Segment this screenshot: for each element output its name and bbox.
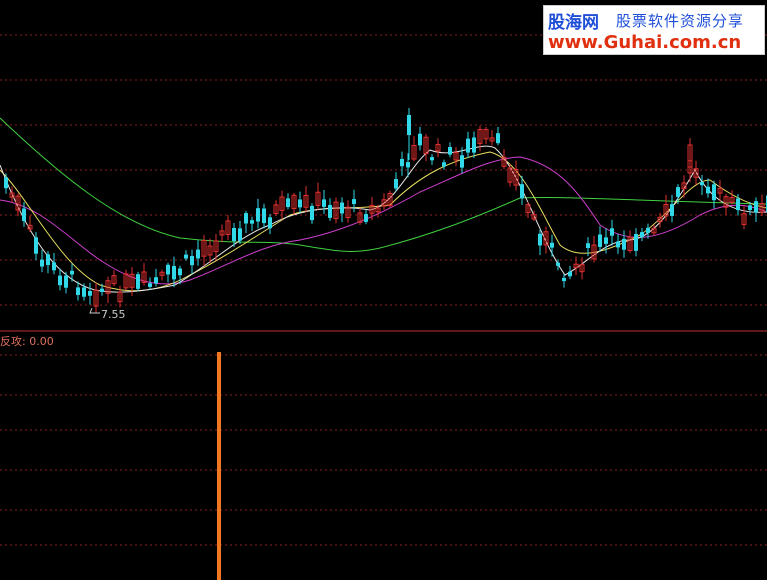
candle-down	[190, 256, 194, 266]
candle-down	[64, 275, 68, 288]
candle-down	[100, 288, 104, 292]
candle-down	[196, 249, 200, 259]
candle-down	[754, 201, 758, 213]
logo-brand: 股海网	[548, 13, 599, 33]
candle-down	[646, 227, 650, 233]
candle-down	[520, 184, 524, 199]
logo-url: www.Guhai.com.cn	[548, 32, 742, 53]
candle-down	[70, 270, 74, 275]
candle-down	[136, 274, 140, 289]
candle-down	[232, 227, 236, 242]
candle-down	[88, 290, 92, 296]
candle-down	[262, 208, 266, 224]
candle-down	[418, 133, 422, 146]
candle-down	[466, 138, 470, 153]
candle-down	[400, 158, 404, 167]
candle-down	[238, 228, 242, 241]
candle-down	[748, 205, 752, 211]
indicator-label: 反攻: 0.00	[0, 335, 54, 348]
candle-down	[22, 208, 26, 221]
candle-down	[562, 277, 566, 282]
candle-down	[472, 137, 476, 153]
candle-down	[184, 254, 188, 259]
candle-down	[52, 262, 56, 271]
indicator-signal-bar	[217, 352, 221, 580]
candle-down	[4, 177, 8, 189]
candle-down	[550, 242, 554, 248]
candle-down	[322, 199, 326, 207]
candle-down	[46, 254, 50, 266]
ma5-line	[0, 145, 767, 293]
candle-down	[706, 186, 710, 194]
candle-down	[448, 147, 452, 155]
candle-down	[328, 204, 332, 218]
candlestick-chart	[0, 34, 767, 580]
candle-down	[634, 234, 638, 251]
candle-down	[298, 199, 302, 208]
candle-down	[256, 208, 260, 222]
candle-down	[616, 241, 620, 248]
indicator-value: 0.00	[29, 335, 54, 348]
candle-down	[622, 238, 626, 250]
candle-down	[604, 237, 608, 244]
candle-down	[364, 214, 368, 222]
candle-down	[58, 275, 62, 286]
candle-down	[700, 182, 704, 186]
candle-down	[76, 287, 80, 295]
candle-down	[286, 198, 290, 208]
price-low-arrow	[89, 307, 100, 314]
ma20-line	[0, 156, 767, 285]
candle-down	[496, 133, 500, 144]
candle-down	[556, 262, 560, 266]
candle-down	[442, 162, 446, 167]
price-low-label: 7.55	[101, 308, 126, 321]
candle-down	[268, 217, 272, 229]
candle-down	[244, 213, 248, 224]
candle-down	[586, 243, 590, 249]
candle-down	[394, 179, 398, 189]
candle-down	[712, 184, 716, 201]
candle-down	[538, 233, 542, 246]
candle-down	[34, 237, 38, 254]
candle-down	[340, 202, 344, 214]
candle-down	[82, 287, 86, 297]
candle-down	[166, 264, 170, 275]
candle-down	[568, 271, 572, 277]
peak-candle	[407, 115, 411, 135]
stock-chart-window: 股海网 股票软件资源分享 www.Guhai.com.cn 反攻: 0.00 7…	[0, 0, 767, 580]
candle-down	[172, 266, 176, 280]
candle-down	[406, 162, 410, 168]
candle-down	[610, 228, 614, 236]
indicator-name: 反攻	[0, 335, 22, 348]
candle-down	[736, 198, 740, 211]
candle-down	[640, 232, 644, 238]
ma10-line	[0, 151, 767, 292]
candle-down	[430, 157, 434, 161]
candle-down	[310, 205, 314, 221]
candle-down	[670, 204, 674, 216]
candle-down	[148, 283, 152, 287]
candle-down	[154, 277, 158, 284]
candle-down	[460, 155, 464, 168]
guhai-logo: 股海网 股票软件资源分享 www.Guhai.com.cn	[543, 5, 765, 55]
candle-down	[40, 259, 44, 267]
candle-down	[352, 199, 356, 205]
candle-down	[250, 220, 254, 224]
candle-down	[178, 268, 182, 276]
logo-tagline: 股票软件资源分享	[616, 12, 745, 30]
candle-down	[676, 187, 680, 197]
candle-down	[598, 234, 602, 247]
